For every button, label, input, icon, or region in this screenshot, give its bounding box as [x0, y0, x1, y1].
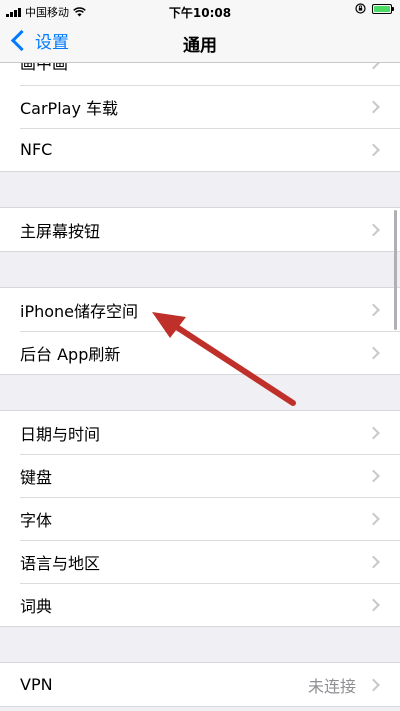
settings-row-nfc[interactable]: NFC — [0, 128, 400, 171]
chevron-right-icon — [367, 143, 380, 156]
settings-row-label: 字体 — [20, 510, 53, 530]
settings-row-label: iPhone储存空间 — [20, 301, 139, 321]
settings-row-dictionary[interactable]: 词典 — [0, 583, 400, 626]
settings-group-5: VPN 未连接 — [0, 662, 400, 707]
settings-group-1: 画中画 CarPlay 车载 NFC — [0, 54, 400, 172]
battery-fill — [374, 5, 390, 12]
settings-group-3: iPhone储存空间 后台 App刷新 — [0, 287, 400, 375]
chevron-right-icon — [367, 303, 380, 316]
chevron-right-icon — [367, 223, 380, 236]
settings-row-label: VPN — [20, 675, 53, 694]
settings-row-label: 语言与地区 — [20, 553, 101, 573]
navigation-bar: 设置 通用 — [0, 22, 400, 63]
chevron-right-icon — [367, 469, 380, 482]
chevron-right-icon — [367, 100, 380, 113]
settings-row-iphone-storage[interactable]: iPhone储存空间 — [0, 288, 400, 331]
settings-row-label: NFC — [20, 140, 53, 159]
page-title: 通用 — [183, 36, 217, 56]
settings-row-label: 主屏幕按钮 — [20, 221, 101, 241]
settings-row-label: 词典 — [20, 596, 53, 616]
status-time: 下午10:08 — [168, 6, 232, 20]
settings-group-4: 日期与时间 键盘 字体 语言与地区 词典 — [0, 410, 400, 627]
settings-row-vpn[interactable]: VPN 未连接 — [0, 663, 400, 706]
scroll-indicator — [394, 210, 397, 330]
chevron-right-icon — [367, 346, 380, 359]
settings-row-fonts[interactable]: 字体 — [0, 497, 400, 540]
settings-row-label: 日期与时间 — [20, 424, 101, 444]
chevron-right-icon — [367, 555, 380, 568]
vpn-status-detail: 未连接 — [307, 676, 356, 696]
settings-row-label: 键盘 — [20, 467, 53, 487]
chevron-right-icon — [367, 512, 380, 525]
settings-row-home-button[interactable]: 主屏幕按钮 — [0, 208, 400, 251]
settings-group-2: 主屏幕按钮 — [0, 207, 400, 252]
settings-row-picture-in-picture[interactable]: 画中画 — [0, 54, 400, 85]
battery-icon — [372, 3, 394, 14]
settings-list: 画中画 CarPlay 车载 NFC 主屏幕按钮 iPhone储存空间 后台 A… — [0, 54, 400, 707]
status-right — [355, 3, 394, 14]
settings-row-carplay[interactable]: CarPlay 车载 — [0, 85, 400, 128]
settings-row-background-app-refresh[interactable]: 后台 App刷新 — [0, 331, 400, 374]
settings-row-language-region[interactable]: 语言与地区 — [0, 540, 400, 583]
orientation-lock-icon — [355, 3, 366, 14]
chevron-right-icon — [367, 598, 380, 611]
chevron-right-icon — [367, 678, 380, 691]
chevron-right-icon — [367, 426, 380, 439]
settings-row-label: 后台 App刷新 — [20, 344, 121, 364]
status-bar: 中国移动 下午10:08 — [0, 0, 400, 22]
settings-row-date-time[interactable]: 日期与时间 — [0, 411, 400, 454]
settings-row-keyboard[interactable]: 键盘 — [0, 454, 400, 497]
settings-row-label: CarPlay 车载 — [20, 98, 119, 118]
